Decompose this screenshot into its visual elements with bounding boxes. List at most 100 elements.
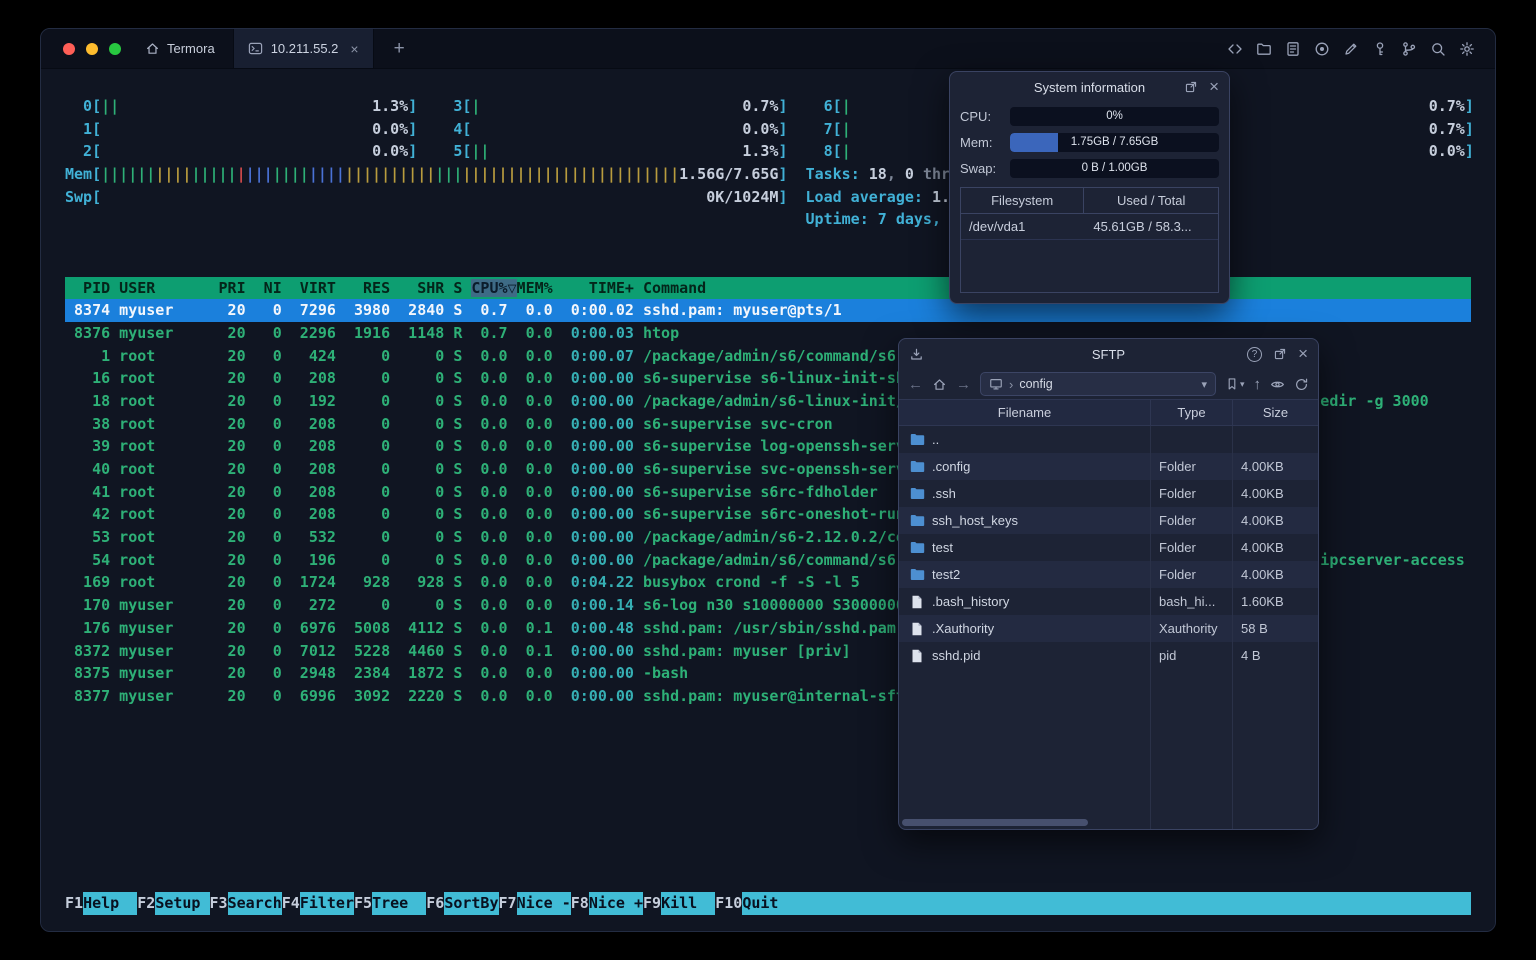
header-sort-column[interactable]: CPU%▽: [471, 278, 517, 297]
file-type: Xauthority: [1159, 621, 1218, 636]
header-left: PID USER PRI NI VIRT RES SHR S: [65, 278, 472, 297]
tab-close-icon[interactable]: ×: [350, 41, 358, 57]
panel-header[interactable]: SFTP ? ×: [899, 339, 1318, 369]
search-icon[interactable]: [1430, 41, 1446, 57]
log-icon[interactable]: [1285, 41, 1301, 57]
file-type: pid: [1159, 648, 1177, 663]
file-name: ssh_host_keys: [932, 513, 1018, 528]
filesystem-column-header: Filesystem: [961, 188, 1085, 213]
fkey-action-f7[interactable]: Nice -: [516, 892, 571, 915]
file-type: Folder: [1159, 513, 1196, 528]
file-row[interactable]: .config Folder 4.00KB: [899, 453, 1318, 480]
type-column-header[interactable]: Type: [1150, 400, 1232, 425]
macos-close-button[interactable]: [63, 42, 75, 55]
fkey-action-f8[interactable]: Nice +: [588, 892, 643, 915]
fkey-action-f1[interactable]: Help: [83, 892, 138, 915]
back-icon[interactable]: ←: [908, 376, 923, 393]
code-icon[interactable]: [1227, 41, 1243, 57]
refresh-icon[interactable]: [1294, 377, 1309, 392]
show-hidden-files-icon[interactable]: [1270, 377, 1285, 392]
size-column-header[interactable]: Size: [1232, 400, 1318, 425]
process-row-selected[interactable]: 8374 myuser 20 0 7296 3980 2840 S 0.7 0.…: [65, 299, 1471, 322]
swap-usage-bar: 0 B / 1.00GB: [1010, 158, 1219, 178]
column-divider: [1232, 426, 1233, 829]
fkey-f1[interactable]: F1: [65, 892, 83, 915]
folder-icon[interactable]: [1256, 41, 1272, 57]
fkey-action-f4[interactable]: Filter: [299, 892, 354, 915]
cpu-usage-value: 0%: [1106, 110, 1123, 122]
edit-icon[interactable]: [1343, 41, 1359, 57]
fkey-action-f3[interactable]: Search: [227, 892, 282, 915]
filesystem-row[interactable]: /dev/vda1 45.61GB / 58.3...: [961, 214, 1218, 240]
bookmark-icon[interactable]: ▾: [1225, 377, 1245, 391]
fkey-f3[interactable]: F3: [210, 892, 228, 915]
close-icon[interactable]: ×: [1298, 345, 1308, 362]
fkey-f6[interactable]: F6: [426, 892, 444, 915]
forward-icon[interactable]: →: [956, 376, 971, 393]
fkey-action-f5[interactable]: Tree: [372, 892, 427, 915]
macos-minimize-button[interactable]: [86, 42, 98, 55]
branch-icon[interactable]: [1401, 41, 1417, 57]
scrollbar-thumb[interactable]: [902, 819, 1088, 826]
terminal-icon: [248, 41, 263, 56]
macos-zoom-button[interactable]: [109, 42, 121, 55]
horizontal-scrollbar[interactable]: [902, 819, 1315, 826]
record-icon[interactable]: [1314, 41, 1330, 57]
window-toolbar: [1227, 29, 1495, 68]
file-icon: [909, 649, 925, 663]
termora-window: Termora 10.211.55.2 × + 0[|| 1.3%] 3[| 0…: [40, 28, 1496, 932]
open-in-new-window-icon[interactable]: [1273, 347, 1287, 361]
file-row[interactable]: .Xauthority Xauthority 58 B: [899, 615, 1318, 642]
new-tab-button[interactable]: +: [388, 29, 411, 68]
file-row[interactable]: .bash_history bash_hi... 1.60KB: [899, 588, 1318, 615]
file-name: ..: [932, 432, 940, 447]
file-row[interactable]: .ssh Folder 4.00KB: [899, 480, 1318, 507]
file-row[interactable]: sshd.pid pid 4 B: [899, 642, 1318, 669]
chevron-down-icon[interactable]: ▾: [1240, 379, 1245, 390]
fkey-action-f9[interactable]: Kill: [661, 892, 716, 915]
file-table-header[interactable]: Filename Type Size: [899, 399, 1318, 426]
home-icon[interactable]: [932, 377, 947, 392]
fkey-action-f10[interactable]: Quit: [742, 892, 797, 915]
fkey-action-f6[interactable]: SortBy: [444, 892, 499, 915]
session-tab[interactable]: 10.211.55.2 ×: [232, 29, 374, 68]
panel-header[interactable]: System information ×: [950, 72, 1229, 102]
open-in-new-window-icon[interactable]: [1184, 80, 1198, 94]
download-icon[interactable]: [909, 347, 924, 362]
file-size: 4.00KB: [1241, 486, 1284, 501]
chevron-down-icon[interactable]: ▾: [1201, 378, 1207, 391]
close-icon[interactable]: ×: [1209, 78, 1219, 95]
current-directory[interactable]: config: [1019, 377, 1052, 391]
file-row[interactable]: ..: [899, 426, 1318, 453]
fkey-f10[interactable]: F10: [715, 892, 742, 915]
up-directory-icon[interactable]: ↑: [1254, 376, 1262, 393]
fkey-f9[interactable]: F9: [643, 892, 661, 915]
htop-screen-tabs: Main I/O: [65, 254, 1471, 322]
terminal-line: 2[ 0.0%] 5[|| 1.3%] 8[| 0.0%]: [65, 142, 1474, 161]
fkey-f7[interactable]: F7: [499, 892, 517, 915]
fkey-f4[interactable]: F4: [282, 892, 300, 915]
file-row[interactable]: test Folder 4.00KB: [899, 534, 1318, 561]
help-icon[interactable]: ?: [1247, 346, 1263, 362]
file-row[interactable]: test2 Folder 4.00KB: [899, 561, 1318, 588]
filename-column-header[interactable]: Filename: [899, 405, 1150, 420]
fkey-f2[interactable]: F2: [137, 892, 155, 915]
sftp-panel: SFTP ? × ← → › config ▾ ▾ ↑ Filename Typ…: [898, 338, 1319, 830]
sftp-toolbar: ← → › config ▾ ▾ ↑: [899, 369, 1318, 399]
fkey-f8[interactable]: F8: [571, 892, 589, 915]
file-type: Folder: [1159, 567, 1196, 582]
file-row[interactable]: ssh_host_keys Folder 4.00KB: [899, 507, 1318, 534]
terminal-line: Uptime: 7 days, 16:20:41: [805, 210, 1023, 229]
traffic-lights: [41, 29, 121, 68]
fkey-action-f2[interactable]: Setup: [155, 892, 210, 915]
app-label[interactable]: Termora: [145, 29, 215, 68]
key-icon[interactable]: [1372, 41, 1388, 57]
file-size: 4.00KB: [1241, 459, 1284, 474]
file-icon: [909, 595, 925, 609]
settings-icon[interactable]: [1459, 41, 1475, 57]
file-size: 1.60KB: [1241, 594, 1284, 609]
mem-label: Mem:: [960, 134, 993, 150]
htop-table-header[interactable]: PID USER PRI NI VIRT RES SHR S CPU%▽MEM%…: [65, 276, 1471, 300]
path-breadcrumb[interactable]: › config ▾: [980, 372, 1216, 396]
fkey-f5[interactable]: F5: [354, 892, 372, 915]
